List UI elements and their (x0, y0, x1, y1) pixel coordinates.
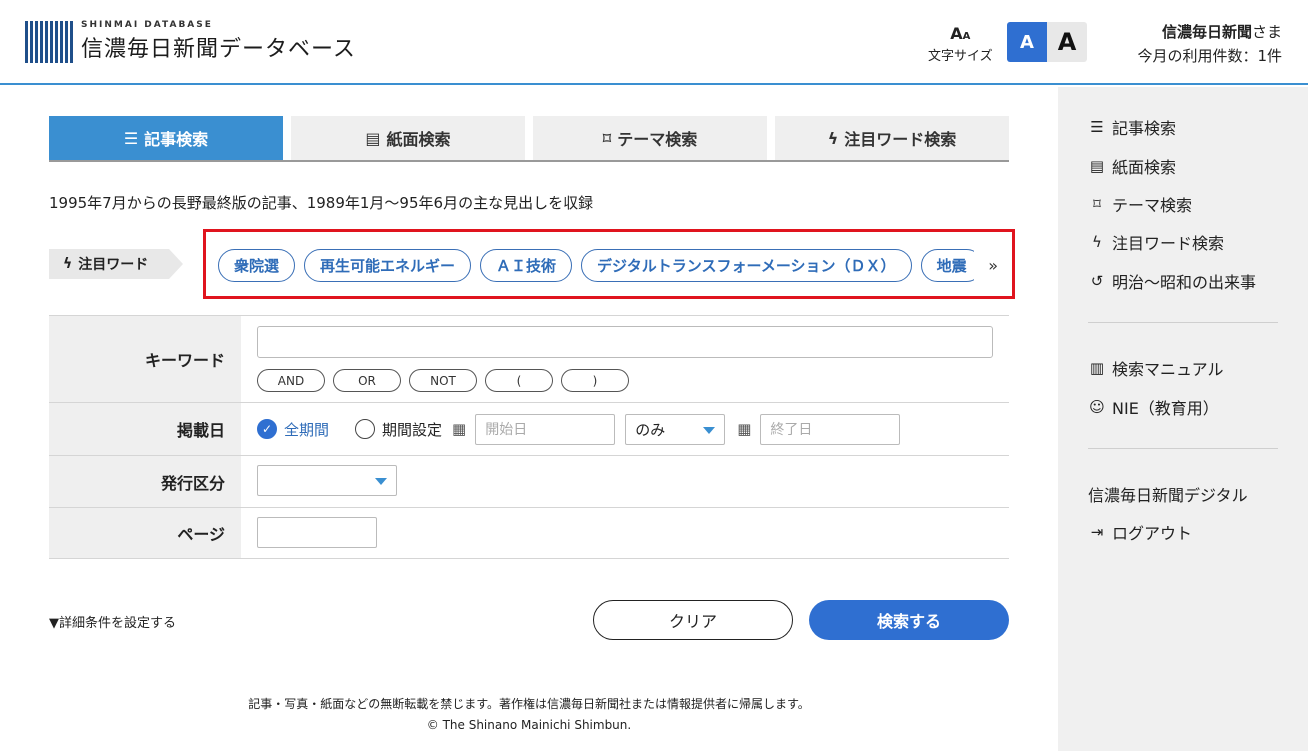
newspaper-icon: ▤ (1089, 157, 1105, 175)
bolt-icon: ϟ (827, 128, 839, 148)
search-form: キーワード AND OR NOT ( ) 掲載日 ✓ 全期間 期間設定 ▦ 開始… (49, 315, 1009, 559)
detail-conditions-toggle[interactable]: ▼詳細条件を設定する (49, 612, 176, 631)
font-size-icon: AA (950, 24, 971, 43)
bolt-icon: ϟ (63, 256, 73, 272)
tab-label: 注目ワード検索 (844, 130, 957, 149)
font-size-control: AA 文字サイズ (928, 24, 993, 65)
list-icon: ☰ (1090, 118, 1104, 136)
keyword-input[interactable] (257, 326, 993, 358)
chevron-right-icon[interactable]: » (988, 256, 998, 275)
keyword-label: キーワード (49, 316, 241, 402)
set-period-label: 期間設定 (382, 420, 443, 439)
tab-label: 記事検索 (144, 130, 209, 149)
start-date-input[interactable]: 開始日 (475, 413, 616, 445)
sidebar-item-shinmai-digital[interactable]: 信濃毎日新聞デジタル (1088, 482, 1248, 506)
tab-label: 紙面検索 (386, 130, 451, 149)
bolt-icon: ϟ (1092, 233, 1102, 251)
attention-chip[interactable]: 地震 (920, 249, 974, 282)
manual-icon: ▥ (1089, 359, 1105, 377)
operator-open-paren-button[interactable]: ( (485, 369, 553, 392)
caret-down-icon (375, 478, 387, 485)
bookmark-icon: ⌑ (602, 128, 612, 148)
sidebar-item-logout[interactable]: ⇥ ログアウト (1088, 520, 1192, 544)
user-name: 信濃毎日新聞 (1161, 23, 1252, 41)
tab-attention-word-search[interactable]: ϟ 注目ワード検索 (775, 116, 1009, 160)
font-small-button[interactable]: A (1007, 22, 1047, 62)
footer-copyright: © The Shinano Mainichi Shimbun. (426, 718, 632, 732)
calendar-icon[interactable]: ▦ (452, 420, 466, 438)
newspaper-icon: ▤ (365, 128, 381, 148)
sidebar-item-article-search[interactable]: ☰ 記事検索 (1088, 115, 1176, 139)
tab-article-search[interactable]: ☰ 記事検索 (49, 116, 283, 160)
clear-button[interactable]: クリア (593, 600, 793, 640)
logo-mark-icon (25, 21, 75, 63)
tab-page-search[interactable]: ▤ 紙面検索 (291, 116, 525, 160)
all-period-radio[interactable]: ✓ (257, 419, 277, 439)
bookmark-icon: ⌑ (1093, 195, 1101, 213)
logout-icon: ⇥ (1090, 523, 1104, 541)
logo-subtitle: SHINMAI DATABASE (81, 20, 213, 30)
page-label: ページ (49, 508, 241, 558)
tab-theme-search[interactable]: ⌑ テーマ検索 (533, 116, 767, 160)
attention-word-carousel: 衆院選 再生可能エネルギー ＡＩ技術 デジタルトランスフォーメーション（ＤＸ） … (203, 229, 1015, 299)
sidebar: ☰ 記事検索 ▤ 紙面検索 ⌑ テーマ検索 ϟ 注目ワード検索 ↺ 明治〜昭和の出来事 ▥… (1058, 87, 1308, 751)
sidebar-divider (1088, 322, 1278, 323)
user-info: 信濃毎日新聞さま 今月の利用件数：1件 (1137, 20, 1282, 68)
history-icon: ↺ (1090, 272, 1104, 290)
attention-chip[interactable]: 再生可能エネルギー (304, 249, 472, 282)
sidebar-item-history[interactable]: ↺ 明治〜昭和の出来事 (1088, 269, 1256, 293)
tab-label: テーマ検索 (617, 130, 698, 149)
attention-chip[interactable]: デジタルトランスフォーメーション（ＤＸ） (581, 249, 912, 282)
end-date-input[interactable]: 終了日 (760, 413, 901, 445)
attention-chip[interactable]: 衆院選 (218, 249, 296, 282)
operator-and-button[interactable]: AND (257, 369, 325, 392)
sidebar-item-attention-search[interactable]: ϟ 注目ワード検索 (1088, 230, 1224, 254)
operator-or-button[interactable]: OR (333, 369, 401, 392)
issue-type-label: 発行区分 (49, 456, 241, 507)
header: SHINMAI DATABASE 信濃毎日新聞データベース AA 文字サイズ A… (0, 0, 1308, 85)
list-icon: ☰ (123, 128, 139, 148)
coverage-description: 1995年7月からの長野最終版の記事、1989年1月〜95年6月の主な見出しを収… (49, 194, 594, 212)
operator-not-button[interactable]: NOT (409, 369, 477, 392)
all-period-label: 全期間 (284, 420, 330, 439)
logo-title: 信濃毎日新聞データベース (81, 37, 356, 62)
operator-close-paren-button[interactable]: ) (561, 369, 629, 392)
site-logo[interactable]: SHINMAI DATABASE 信濃毎日新聞データベース (25, 20, 356, 63)
calendar-icon[interactable]: ▦ (737, 420, 751, 438)
sidebar-divider (1088, 448, 1278, 449)
caret-down-icon (703, 426, 716, 434)
font-large-button[interactable]: A (1047, 22, 1087, 62)
user-suffix: さま (1251, 23, 1282, 41)
issue-type-select[interactable] (257, 465, 397, 496)
sidebar-item-manual[interactable]: ▥ 検索マニュアル (1088, 356, 1224, 380)
usage-count: 今月の利用件数：1件 (1137, 47, 1282, 65)
attention-word-label: ϟ 注目ワード (49, 249, 183, 279)
page-input[interactable] (257, 517, 377, 548)
date-label: 掲載日 (49, 403, 241, 455)
attention-chip[interactable]: ＡＩ技術 (480, 249, 573, 282)
set-period-radio[interactable] (355, 419, 376, 439)
search-button[interactable]: 検索する (809, 600, 1009, 640)
range-select[interactable]: のみ (625, 413, 726, 445)
footer-notice: 記事・写真・紙面などの無断転載を禁じます。著作権は信濃毎日新聞社または情報提供者… (248, 697, 810, 711)
search-tabs: ☰ 記事検索 ▤ 紙面検索 ⌑ テーマ検索 ϟ 注目ワード検索 (49, 116, 1009, 162)
sidebar-item-nie[interactable]: ☺ NIE（教育用） (1088, 395, 1219, 419)
nie-icon: ☺ (1089, 398, 1105, 416)
sidebar-item-page-search[interactable]: ▤ 紙面検索 (1088, 154, 1176, 178)
sidebar-item-theme-search[interactable]: ⌑ テーマ検索 (1088, 192, 1192, 216)
font-size-label: 文字サイズ (928, 49, 993, 64)
